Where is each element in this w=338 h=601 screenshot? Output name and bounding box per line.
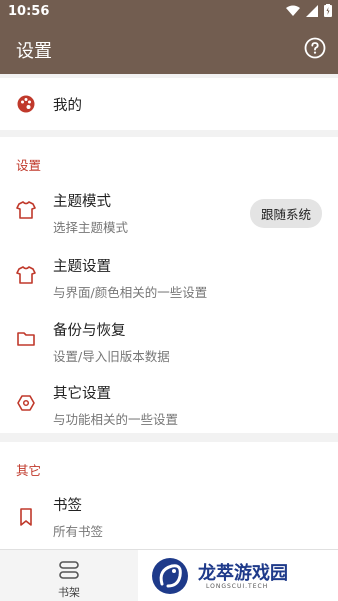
page-title: 设置: [16, 41, 52, 62]
other-card: 其它 书签 所有书签: [0, 442, 338, 549]
settings-card: 设置 主题模式 选择主题模式 跟随系统 主题设置 与界面/颜色相关的一些设置 备…: [0, 137, 338, 433]
shirt-icon: [16, 201, 36, 219]
signal-icon: [306, 4, 318, 17]
settings-item-theme-mode[interactable]: 主题模式 选择主题模式 跟随系统: [0, 180, 338, 240]
profile-card: 我的: [0, 78, 338, 130]
status-time: 10:56: [8, 4, 50, 19]
bookmarks-title: 书签: [53, 498, 82, 514]
shirt-icon: [16, 266, 36, 284]
backup-title: 备份与恢复: [53, 323, 126, 339]
watermark: 龙萃游戏园 LONGSCUI.TECH: [150, 556, 330, 596]
bookmark-icon: [20, 508, 32, 526]
tab-bookshelf[interactable]: 书架: [0, 550, 138, 601]
theme-mode-title: 主题模式: [53, 194, 111, 210]
bookshelf-icon: [59, 561, 79, 579]
app-bar: 设置: [0, 24, 338, 74]
watermark-sub: LONGSCUI.TECH: [206, 583, 269, 590]
profile-row[interactable]: 我的: [0, 78, 338, 130]
help-circle-icon[interactable]: [304, 37, 326, 59]
settings-item-theme-settings[interactable]: 主题设置 与界面/颜色相关的一些设置: [0, 245, 338, 305]
status-icons: [286, 4, 332, 17]
theme-mode-subtitle: 选择主题模式: [53, 220, 129, 235]
status-bar: 10:56: [0, 0, 338, 24]
dragon-logo-icon: [152, 558, 188, 594]
settings-item-backup[interactable]: 备份与恢复 设置/导入旧版本数据: [0, 309, 338, 369]
settings-section-header: 设置: [16, 158, 42, 173]
hexagon-icon: [17, 395, 35, 411]
theme-settings-subtitle: 与界面/颜色相关的一些设置: [53, 285, 208, 300]
other-section-header: 其它: [16, 463, 42, 478]
bookmarks-subtitle: 所有书签: [53, 524, 104, 539]
other-settings-title: 其它设置: [53, 386, 111, 402]
settings-item-other-settings[interactable]: 其它设置 与功能相关的一些设置: [0, 373, 338, 433]
palette-icon: [17, 95, 35, 113]
battery-icon: [324, 4, 332, 17]
other-item-bookmarks[interactable]: 书签 所有书签: [0, 485, 338, 545]
theme-settings-title: 主题设置: [53, 259, 111, 275]
watermark-name: 龙萃游戏园: [198, 563, 288, 584]
folder-icon: [17, 332, 35, 346]
wifi-icon: [286, 5, 300, 16]
tab-bookshelf-label: 书架: [58, 586, 80, 599]
profile-label: 我的: [53, 98, 82, 114]
other-settings-subtitle: 与功能相关的一些设置: [53, 412, 179, 427]
backup-subtitle: 设置/导入旧版本数据: [53, 349, 170, 364]
theme-mode-chip[interactable]: 跟随系统: [249, 199, 322, 228]
